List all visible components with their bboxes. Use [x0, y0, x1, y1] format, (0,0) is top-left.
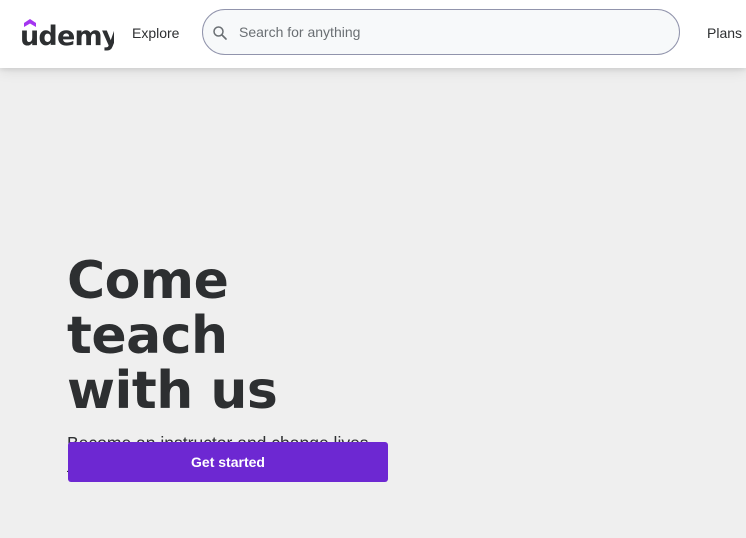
hero-title-line1: Come teach — [67, 251, 229, 366]
search-bar[interactable] — [202, 9, 680, 55]
search-icon[interactable] — [211, 24, 229, 42]
hero-title-line2: with us — [67, 361, 278, 421]
explore-menu[interactable]: Explore — [132, 25, 179, 42]
udemy-logo-text: udemy — [20, 21, 114, 52]
top-header: udemy Explore Plans & Pricing — [0, 0, 746, 68]
hero-title: Come teach with us — [67, 254, 397, 419]
get-started-button[interactable]: Get started — [68, 442, 388, 482]
search-input[interactable] — [239, 10, 659, 54]
udemy-logo[interactable]: udemy — [20, 14, 114, 52]
plans-pricing-link[interactable]: Plans & Pricing — [707, 25, 746, 42]
